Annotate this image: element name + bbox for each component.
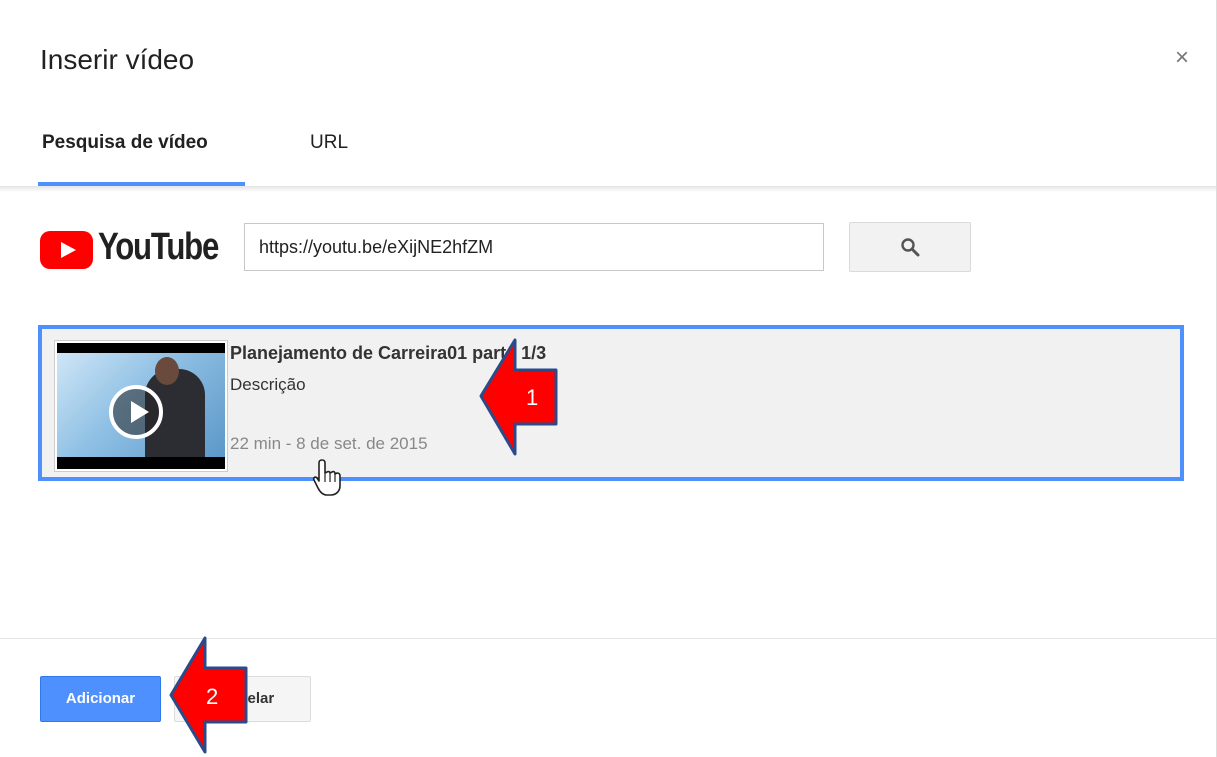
play-icon <box>109 385 163 439</box>
youtube-wordmark: YouTube <box>98 226 219 268</box>
annotation-arrow-1-icon: 1 <box>479 338 558 456</box>
thumbnail-image <box>57 353 225 457</box>
annotation-number-1: 1 <box>526 385 538 410</box>
tab-bar-shadow <box>0 186 1216 192</box>
hand-cursor-icon <box>312 459 341 496</box>
video-result-item[interactable]: Planejamento de Carreira01 parte 1/3 Des… <box>38 325 1184 481</box>
tab-video-search[interactable]: Pesquisa de vídeo <box>42 132 208 154</box>
annotation-arrow-2-icon: 2 <box>169 636 248 754</box>
insert-video-dialog: Inserir vídeo × Pesquisa de vídeo URL Yo… <box>0 0 1217 757</box>
search-button[interactable] <box>849 222 971 272</box>
video-description: Descrição <box>230 375 306 394</box>
close-icon[interactable]: × <box>1168 44 1196 72</box>
youtube-play-icon <box>40 231 93 269</box>
video-meta: 22 min - 8 de set. de 2015 <box>230 434 428 453</box>
dialog-title: Inserir vídeo <box>40 44 195 75</box>
video-thumbnail[interactable] <box>55 341 227 471</box>
thumbnail-person-head <box>155 357 179 385</box>
add-button[interactable]: Adicionar <box>40 676 161 722</box>
search-input[interactable] <box>244 223 824 271</box>
tab-bar: Pesquisa de vídeo URL <box>0 120 1216 188</box>
youtube-logo: YouTube <box>40 226 230 276</box>
search-icon <box>901 238 920 257</box>
annotation-number-2: 2 <box>206 684 218 709</box>
tab-url[interactable]: URL <box>310 132 348 154</box>
